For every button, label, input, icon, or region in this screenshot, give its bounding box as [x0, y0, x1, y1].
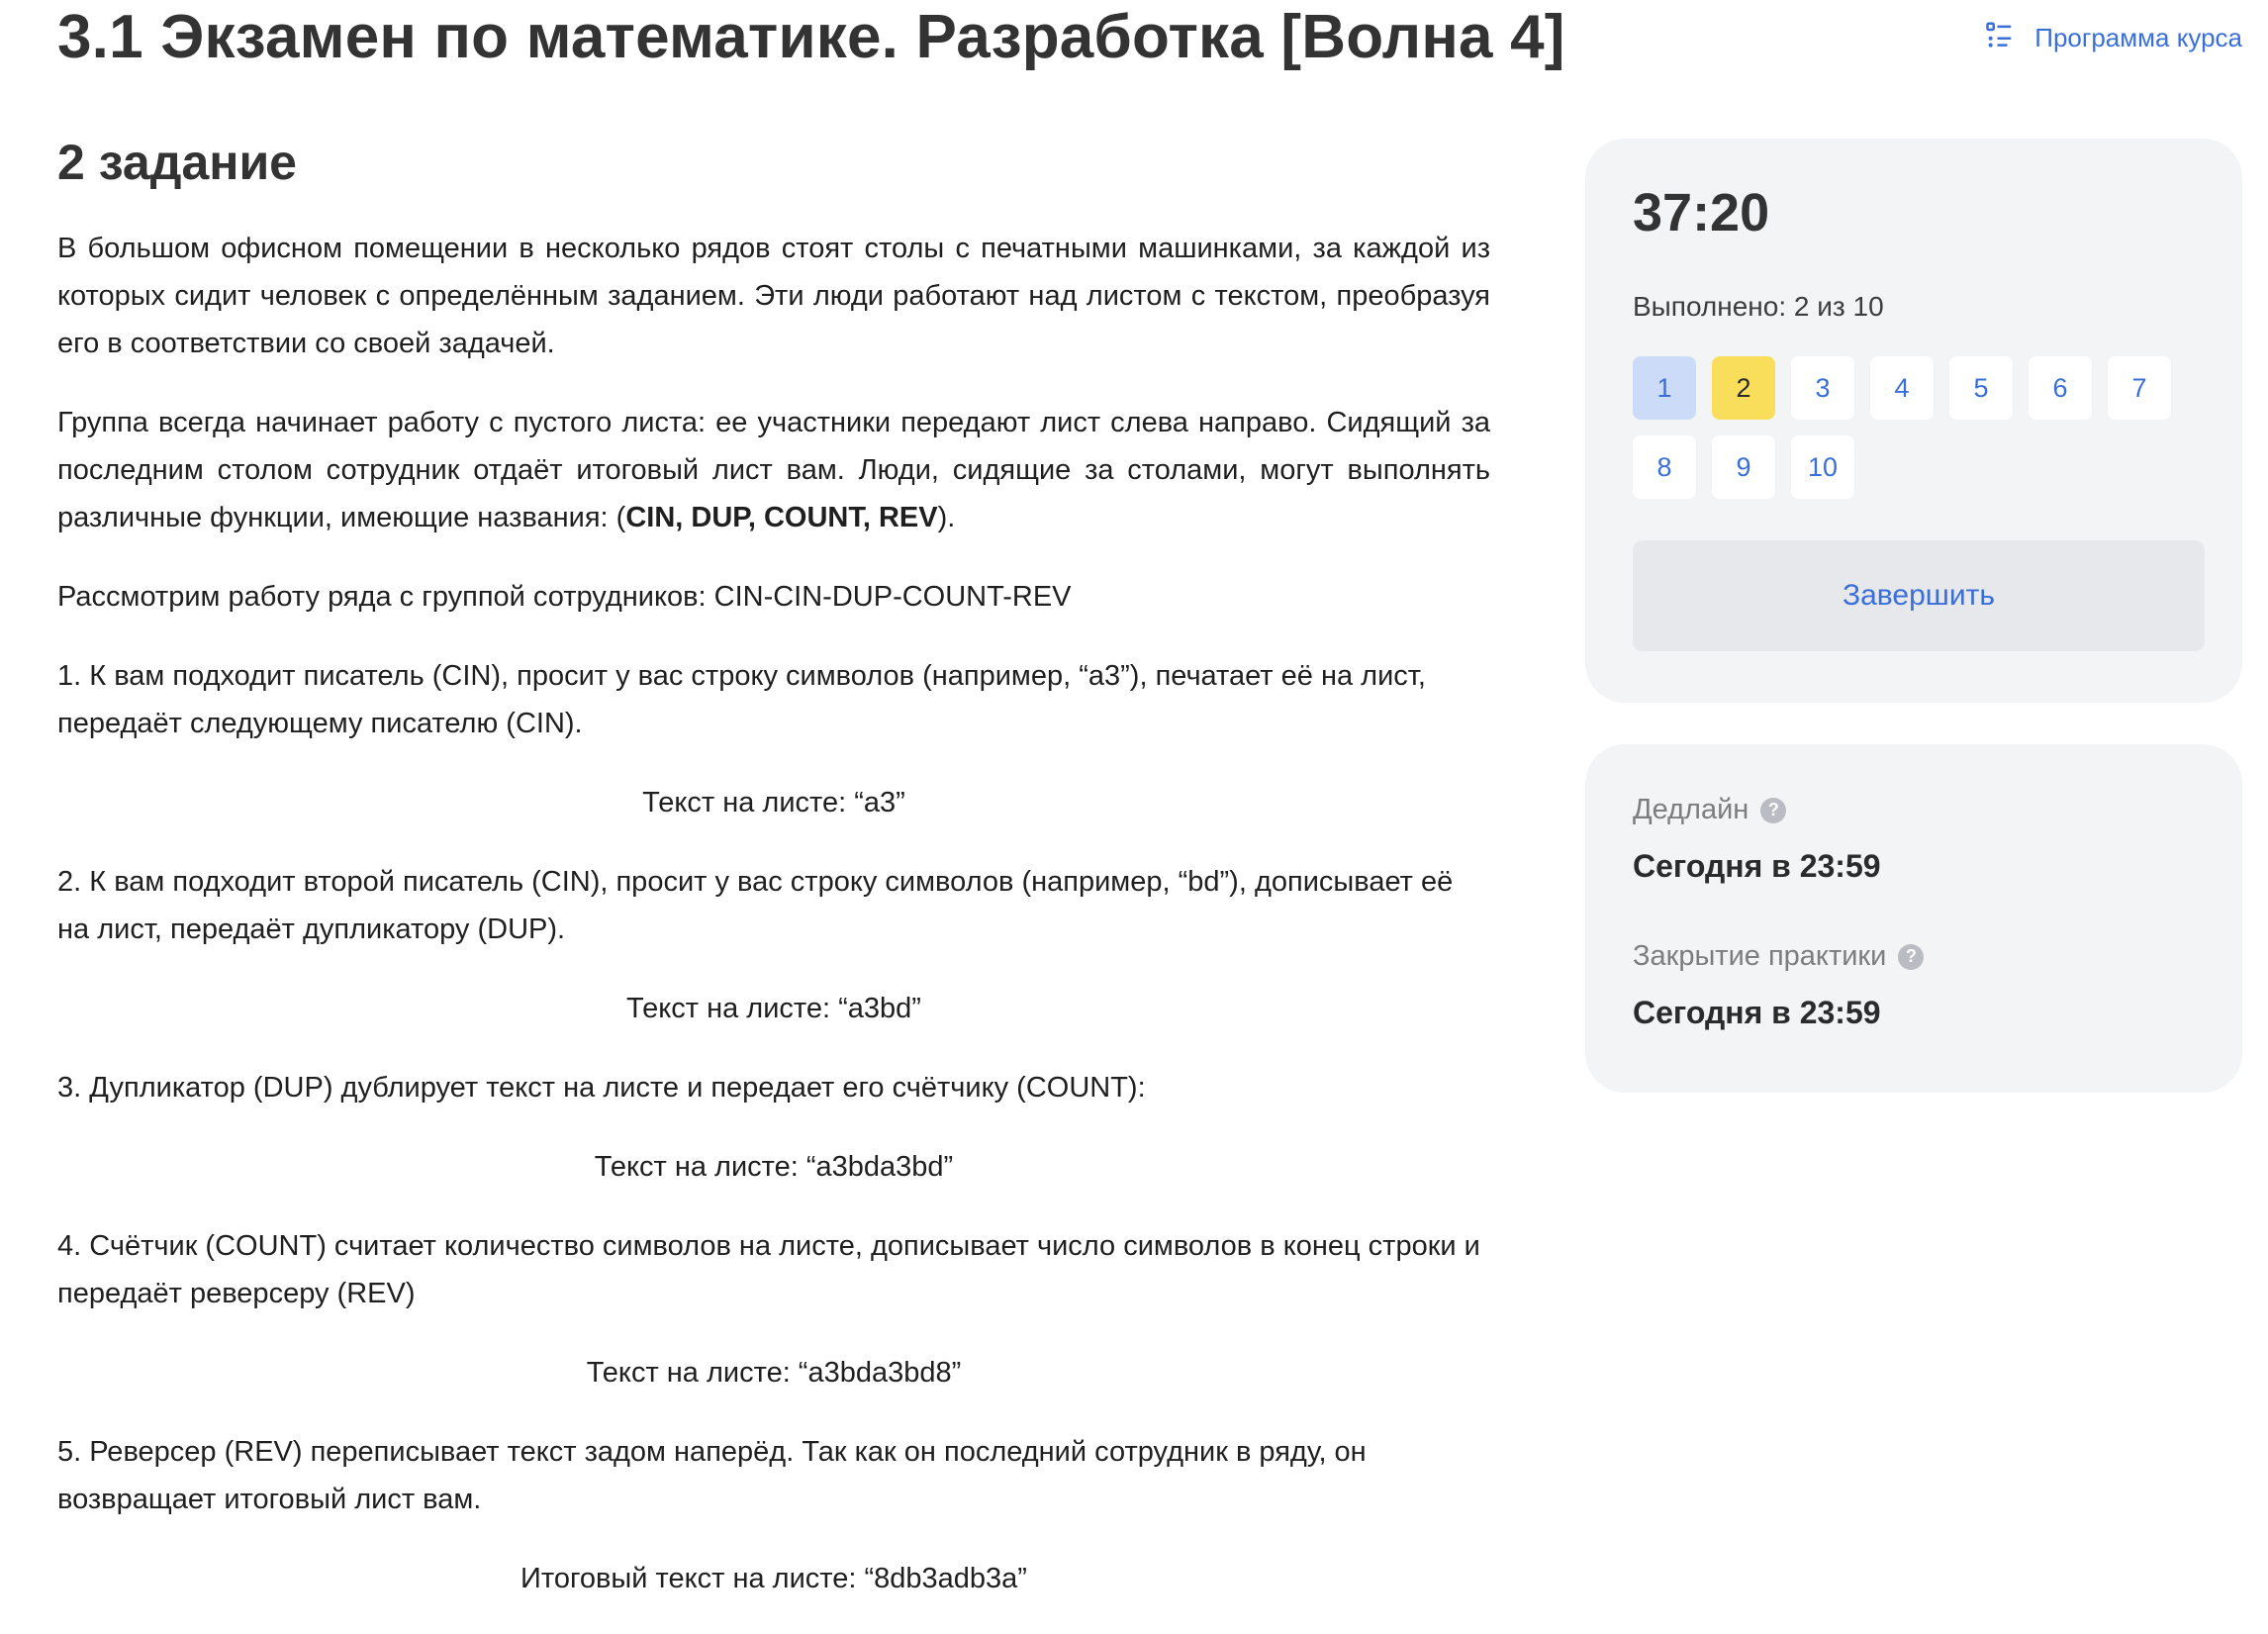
- finish-button[interactable]: Завершить: [1633, 540, 2205, 651]
- deadline-value: Сегодня в 23:59: [1633, 848, 1881, 884]
- step-5-result: Итоговый текст на листе: “8db3adb3a”: [520, 1563, 1027, 1594]
- step-2-text: 2. К вам подходит второй писатель (CIN),…: [57, 866, 1454, 945]
- question-button-10[interactable]: 10: [1791, 435, 1854, 499]
- step-4-text: 4. Счётчик (COUNT) считает количество си…: [57, 1230, 1480, 1309]
- question-button-5[interactable]: 5: [1949, 356, 2013, 420]
- step-1-text: 1. К вам подходит писатель (CIN), просит…: [57, 660, 1426, 739]
- deadline-label-row: Дедлайн ?: [1633, 794, 2195, 826]
- task-intro: В большом офисном помещении в несколько …: [57, 233, 1490, 359]
- step-4-result: Текст на листе: “a3bda3bd8”: [586, 1357, 962, 1389]
- question-button-1[interactable]: 1: [1633, 356, 1696, 420]
- group-close: ).: [937, 502, 956, 533]
- closing-label: Закрытие практики: [1633, 940, 1887, 972]
- question-button-8[interactable]: 8: [1633, 435, 1696, 499]
- question-button-6[interactable]: 6: [2029, 356, 2092, 420]
- question-button-2[interactable]: 2: [1712, 356, 1775, 420]
- question-button-9[interactable]: 9: [1712, 435, 1775, 499]
- step-5-text: 5. Реверсер (REV) переписывает текст зад…: [57, 1436, 1367, 1515]
- progress-text: Выполнено: 2 из 10: [1633, 291, 1884, 322]
- task-group-text: Группа всегда начинает работу с пустого …: [57, 399, 1490, 541]
- page-title: 3.1 Экзамен по математике. Разработка [В…: [57, 3, 1565, 71]
- closing-label-row: Закрытие практики ?: [1633, 940, 2195, 973]
- closing-value: Сегодня в 23:59: [1633, 995, 1881, 1030]
- task-title: 2 задание: [57, 135, 297, 190]
- example-intro: Рассмотрим работу ряда с группой сотрудн…: [57, 581, 1072, 613]
- deadline-label: Дедлайн: [1633, 794, 1749, 825]
- timer-card: 37:20 Выполнено: 2 из 10 1 2 3 4 5 6 7 8…: [1585, 139, 2242, 703]
- task-content: 2 задание В большом офисном помещении в …: [57, 134, 1490, 1634]
- functions-list: CIN, DUP, COUNT, REV: [625, 502, 938, 533]
- step-2-result: Текст на листе: “a3bd”: [626, 993, 921, 1024]
- deadline-card: Дедлайн ? Сегодня в 23:59 Закрытие практ…: [1585, 744, 2242, 1093]
- program-link[interactable]: Программа курса: [1985, 20, 2242, 56]
- list-icon: [1985, 20, 2015, 56]
- closing-help-icon[interactable]: ?: [1898, 943, 1925, 970]
- question-button-7[interactable]: 7: [2108, 356, 2171, 420]
- step-3-result: Текст на листе: “a3bda3bd”: [594, 1151, 954, 1183]
- step-1-result: Текст на листе: “a3”: [642, 787, 905, 818]
- program-link-label: Программа курса: [2034, 23, 2242, 52]
- question-button-4[interactable]: 4: [1870, 356, 1934, 420]
- question-grid: 1 2 3 4 5 6 7 8 9 10: [1633, 356, 2195, 499]
- deadline-help-icon[interactable]: ?: [1760, 797, 1787, 823]
- question-button-3[interactable]: 3: [1791, 356, 1854, 420]
- step-3-text: 3. Дупликатор (DUP) дублирует текст на л…: [57, 1072, 1146, 1104]
- timer: 37:20: [1633, 183, 1770, 242]
